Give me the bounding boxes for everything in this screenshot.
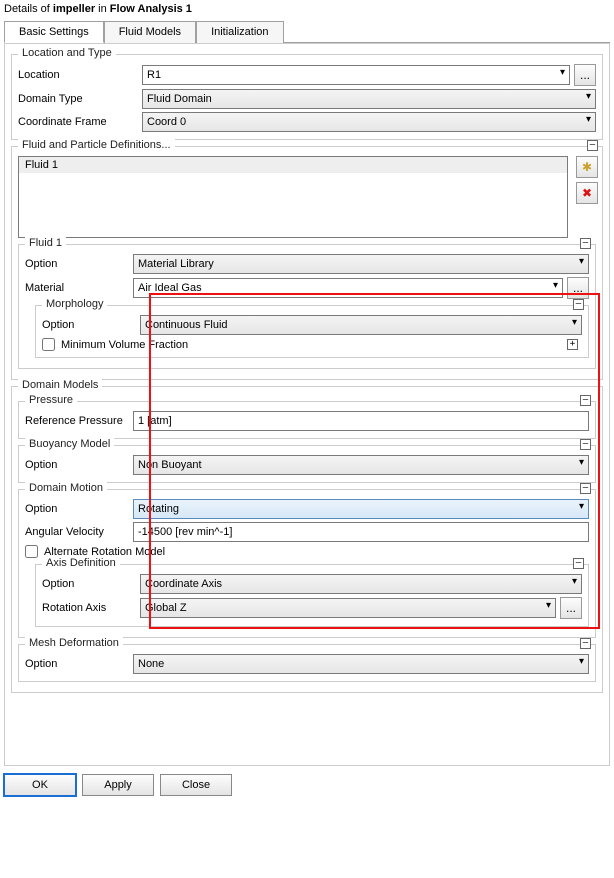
group-morphology: Morphology – Option Minimum Volume Fract… — [35, 305, 589, 358]
group-domain-motion: Domain Motion – Option Angular Velocity … — [18, 489, 596, 638]
angular-velocity-input[interactable] — [133, 522, 589, 542]
group-buoyancy-title: Buoyancy Model — [25, 438, 114, 450]
label-fluid-option: Option — [25, 258, 133, 270]
material-browse-button[interactable]: ... — [567, 277, 589, 299]
group-location-type: Location and Type Location ... Domain Ty… — [11, 54, 603, 140]
group-mesh-deformation-title: Mesh Deformation — [25, 637, 123, 649]
rotation-axis-browse-button[interactable]: ... — [560, 597, 582, 619]
collapse-domain-motion[interactable]: – — [580, 483, 591, 494]
ref-pressure-input[interactable] — [133, 411, 589, 431]
buoy-option-select[interactable] — [133, 455, 589, 475]
group-pressure: Pressure – Reference Pressure — [18, 401, 596, 439]
group-domain-motion-title: Domain Motion — [25, 482, 107, 494]
location-combo[interactable] — [142, 65, 570, 85]
mesh-option-select[interactable] — [133, 654, 589, 674]
alternate-rotation-checkbox[interactable] — [25, 545, 38, 558]
button-bar: OK Apply Close — [0, 770, 614, 802]
label-mesh-option: Option — [25, 658, 133, 670]
domain-type-select[interactable] — [142, 89, 596, 109]
tab-basic-settings[interactable]: Basic Settings — [4, 21, 104, 43]
material-combo[interactable] — [133, 278, 563, 298]
collapse-fluid1[interactable]: – — [580, 238, 591, 249]
group-axis-definition-title: Axis Definition — [42, 557, 120, 569]
group-pressure-title: Pressure — [25, 394, 77, 406]
collapse-buoyancy[interactable]: – — [580, 439, 591, 450]
label-location: Location — [18, 69, 142, 81]
group-fluid-definitions-title: Fluid and Particle Definitions... — [18, 139, 175, 151]
apply-button[interactable]: Apply — [82, 774, 154, 796]
label-angular-velocity: Angular Velocity — [25, 526, 133, 538]
label-coord-frame: Coordinate Frame — [18, 116, 142, 128]
close-button[interactable]: Close — [160, 774, 232, 796]
group-domain-models: Domain Models Pressure – Reference Press… — [11, 386, 603, 693]
expand-min-volume-fraction[interactable]: + — [567, 339, 578, 350]
group-morphology-title: Morphology — [42, 298, 107, 310]
fluid-list[interactable]: Fluid 1 — [18, 156, 568, 238]
label-rotation-axis: Rotation Axis — [42, 602, 140, 614]
label-min-volume-fraction: Minimum Volume Fraction — [61, 339, 188, 351]
min-volume-fraction-checkbox[interactable] — [42, 338, 55, 351]
label-alternate-rotation: Alternate Rotation Model — [44, 546, 165, 558]
collapse-pressure[interactable]: – — [580, 395, 591, 406]
tab-bar: Basic Settings Fluid Models Initializati… — [4, 20, 610, 43]
motion-option-select[interactable] — [133, 499, 589, 519]
label-axis-option: Option — [42, 578, 140, 590]
collapse-fluid-definitions[interactable]: – — [587, 140, 598, 151]
group-fluid-definitions: Fluid and Particle Definitions... – Flui… — [11, 146, 603, 380]
label-ref-pressure: Reference Pressure — [25, 415, 133, 427]
coord-frame-select[interactable] — [142, 112, 596, 132]
group-buoyancy: Buoyancy Model – Option — [18, 445, 596, 483]
fluid-list-item[interactable]: Fluid 1 — [19, 157, 567, 173]
group-fluid1: Fluid 1 – Option Material ... Morphology… — [18, 244, 596, 369]
axis-option-select[interactable] — [140, 574, 582, 594]
settings-panel: Location and Type Location ... Domain Ty… — [4, 43, 610, 766]
label-motion-option: Option — [25, 503, 133, 515]
collapse-morphology[interactable]: – — [573, 299, 584, 310]
group-domain-models-title: Domain Models — [18, 379, 102, 391]
label-buoy-option: Option — [25, 459, 133, 471]
group-location-type-title: Location and Type — [18, 47, 116, 59]
label-material: Material — [25, 282, 133, 294]
collapse-mesh-deformation[interactable]: – — [580, 638, 591, 649]
morph-option-select[interactable] — [140, 315, 582, 335]
fluid-option-select[interactable] — [133, 254, 589, 274]
tab-fluid-models[interactable]: Fluid Models — [104, 21, 196, 43]
label-morph-option: Option — [42, 319, 140, 331]
rotation-axis-select[interactable] — [140, 598, 556, 618]
group-fluid1-title: Fluid 1 — [25, 237, 66, 249]
ok-button[interactable]: OK — [4, 774, 76, 796]
add-fluid-button[interactable]: ✱ — [576, 156, 598, 178]
label-domain-type: Domain Type — [18, 93, 142, 105]
tab-initialization[interactable]: Initialization — [196, 21, 283, 43]
delete-fluid-button[interactable]: ✖ — [576, 182, 598, 204]
panel-title: Details of impeller in Flow Analysis 1 — [0, 0, 614, 20]
group-mesh-deformation: Mesh Deformation – Option — [18, 644, 596, 682]
group-axis-definition: Axis Definition – Option Rotation Axis .… — [35, 564, 589, 627]
collapse-axis-definition[interactable]: – — [573, 558, 584, 569]
location-browse-button[interactable]: ... — [574, 64, 596, 86]
